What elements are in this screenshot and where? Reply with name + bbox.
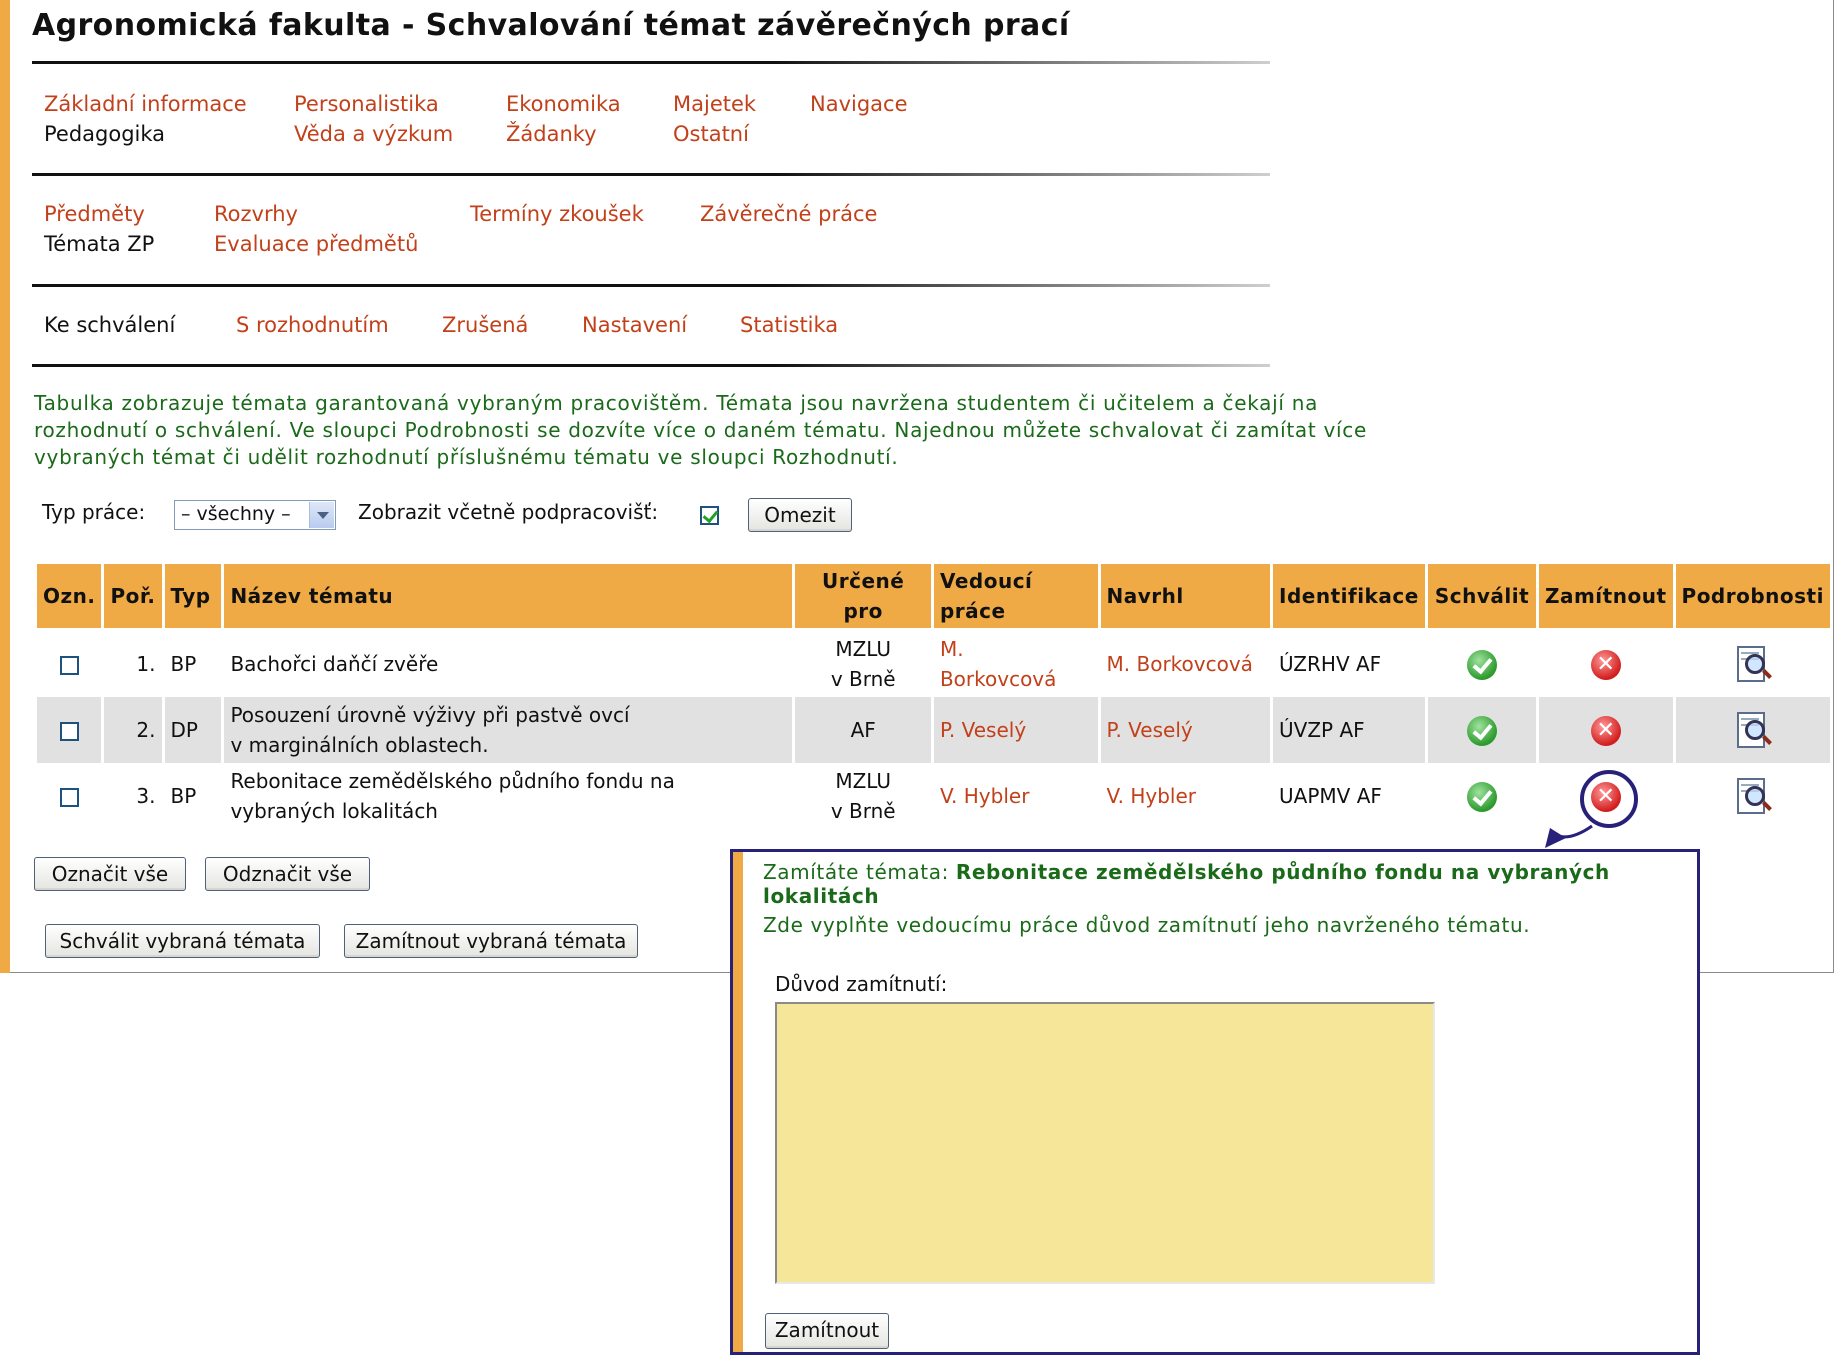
reject-dialog-topic: Zamítáte témata: Rebonitace zemědělského…: [763, 860, 1610, 908]
accent-bar: [733, 852, 743, 1352]
reject-reason-textarea[interactable]: [775, 1002, 1435, 1284]
reject-dialog: Zamítáte témata: Rebonitace zemědělského…: [730, 849, 1700, 1355]
reject-dialog-instruction: Zde vyplňte vedoucímu práce důvod zamítn…: [763, 913, 1531, 937]
reject-reason-label: Důvod zamítnutí:: [775, 972, 948, 996]
reject-submit-button[interactable]: Zamítnout: [765, 1313, 889, 1349]
